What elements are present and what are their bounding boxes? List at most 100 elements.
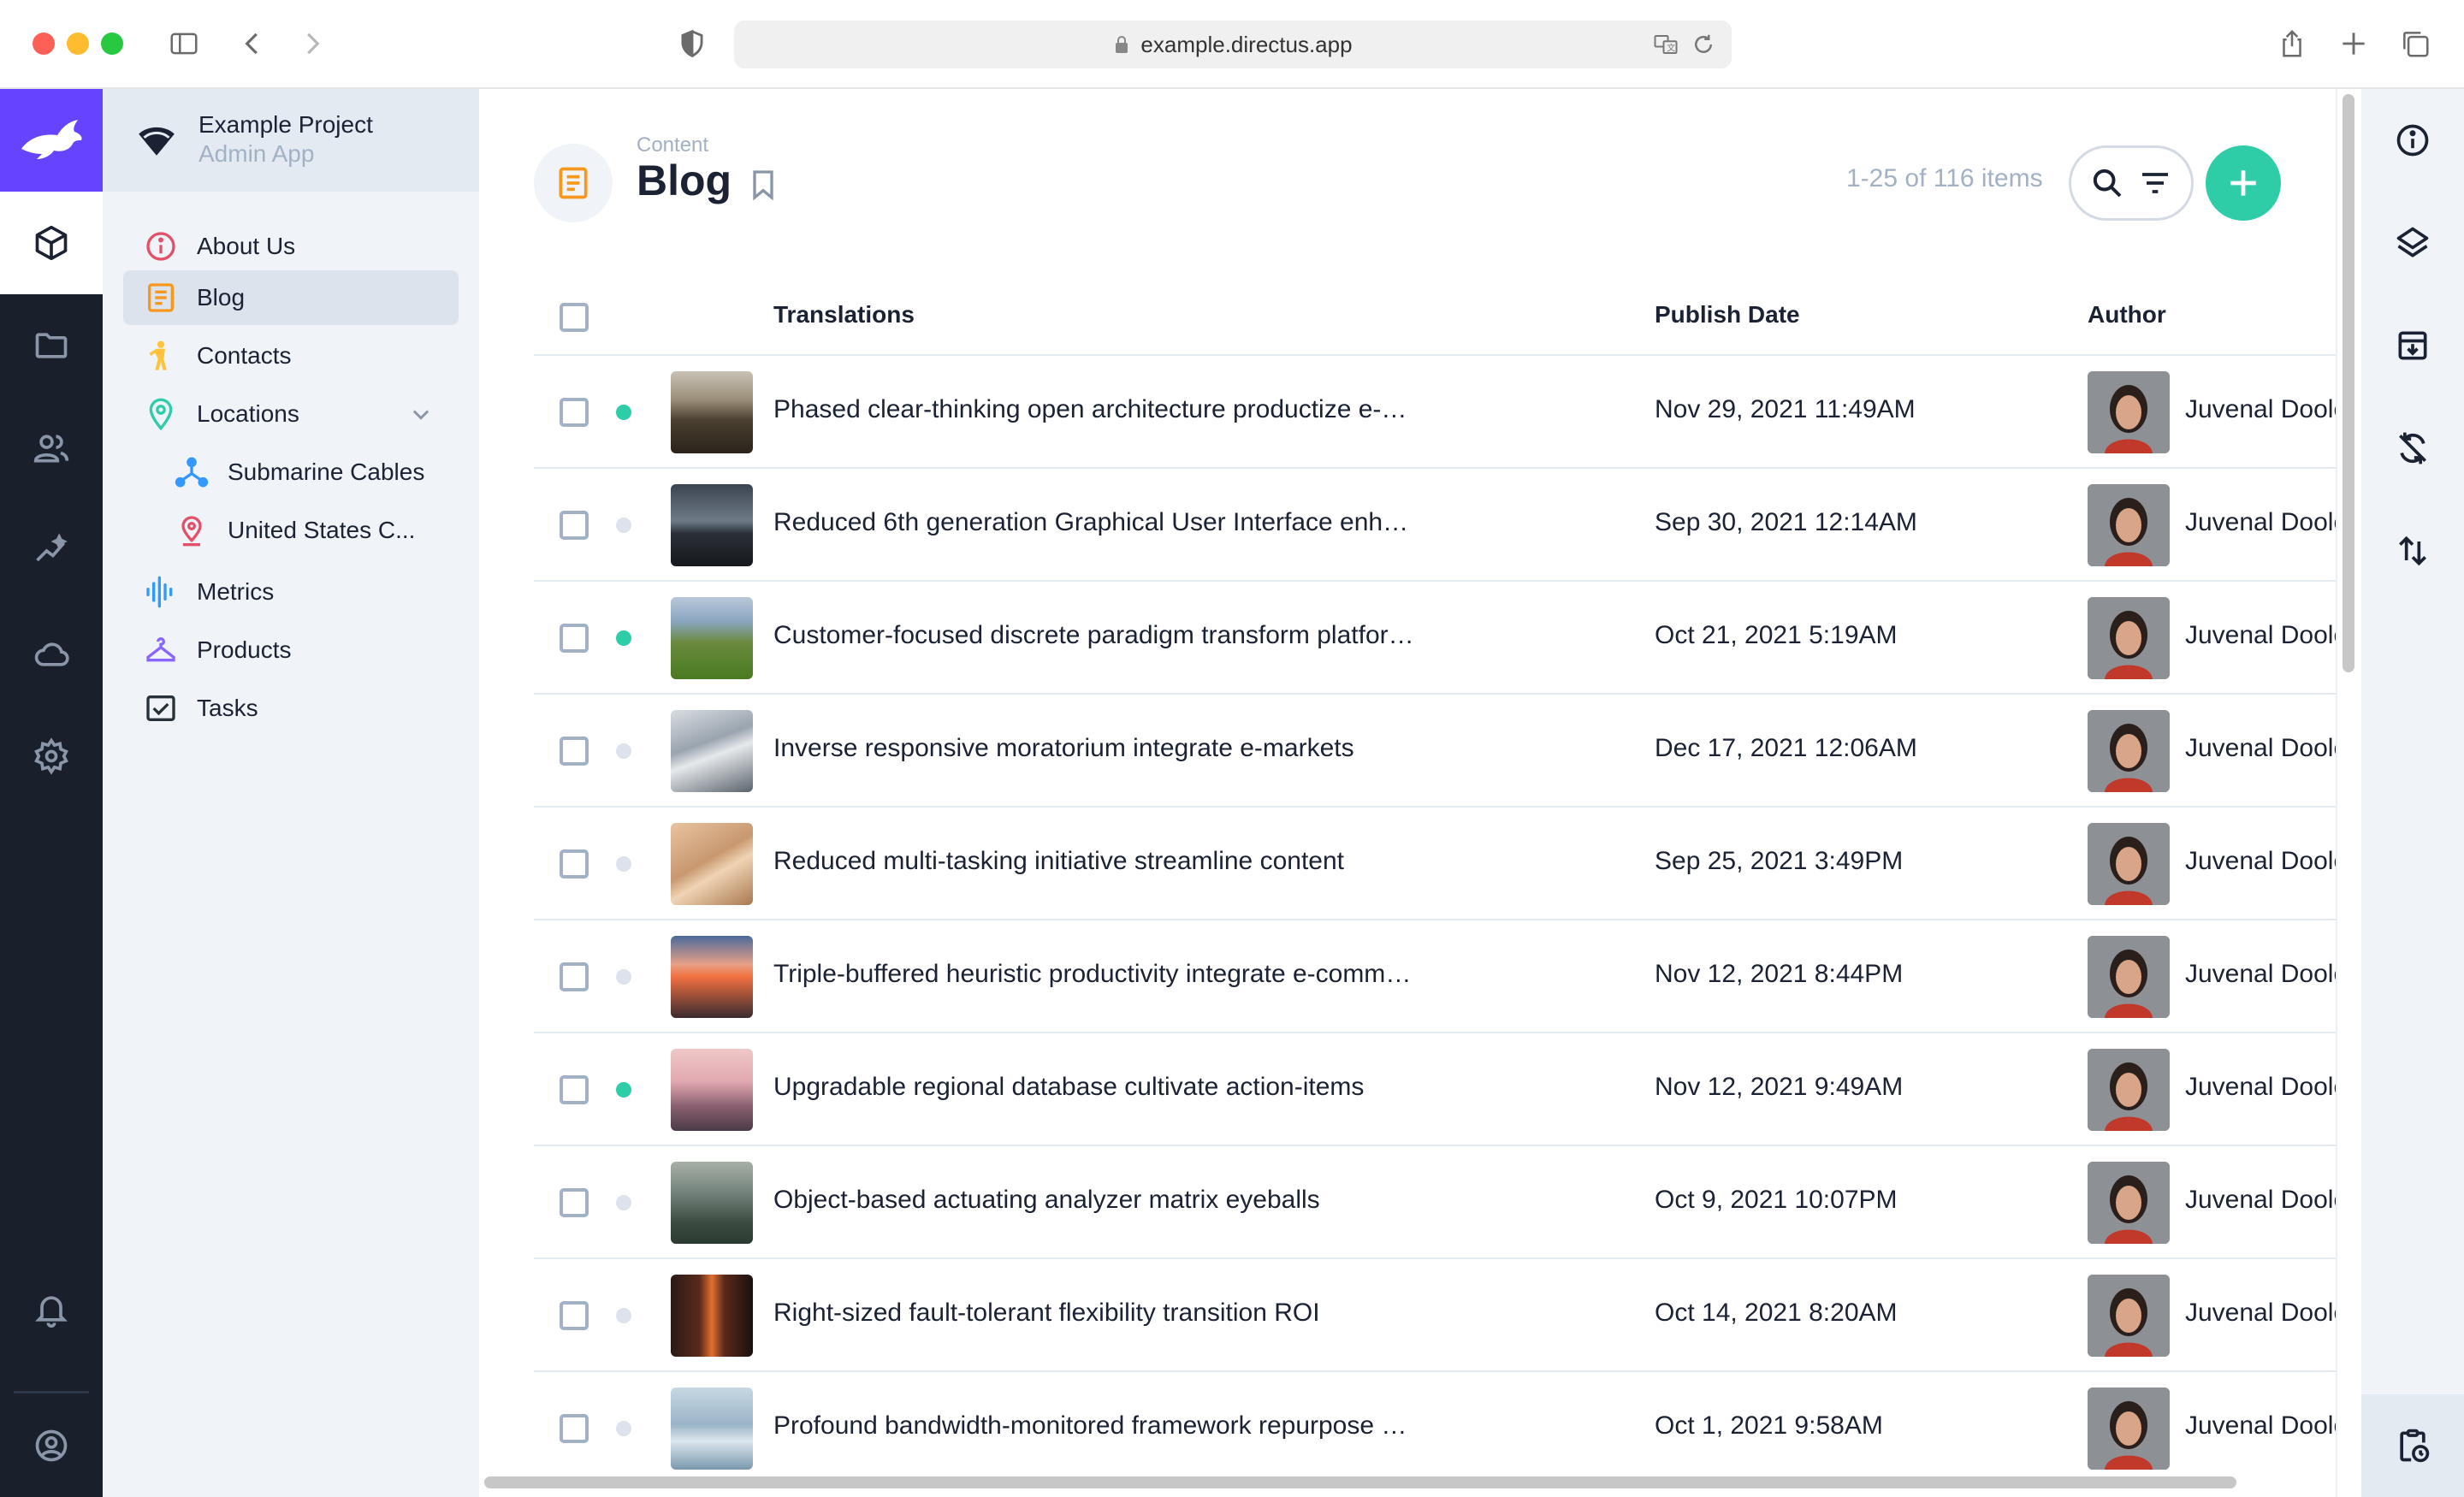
cell-author: Juvenal Dooley bbox=[2185, 960, 2361, 988]
sidebar-toggle-icon[interactable] bbox=[164, 24, 204, 63]
reload-icon[interactable] bbox=[1691, 32, 1716, 57]
table-row[interactable]: Triple-buffered heuristic productivity i… bbox=[534, 920, 2360, 1033]
nav-item-contacts[interactable]: Contacts bbox=[123, 328, 459, 383]
nav-item-label: About Us bbox=[197, 233, 296, 259]
new-tab-icon[interactable] bbox=[2334, 24, 2373, 63]
cell-date: Nov 12, 2021 8:44PM bbox=[1655, 960, 1904, 988]
table-row[interactable]: Customer-focused discrete paradigm trans… bbox=[534, 582, 2360, 695]
nav-item-submarine-cables[interactable]: Submarine Cables bbox=[123, 445, 459, 500]
select-all-checkbox[interactable] bbox=[560, 303, 589, 332]
sync-button[interactable] bbox=[2361, 397, 2464, 500]
thumbnail-image bbox=[671, 1388, 753, 1470]
nav-item-label: Blog bbox=[197, 284, 246, 311]
thumbnail-image bbox=[671, 710, 753, 792]
info-sidebar-button[interactable] bbox=[2361, 89, 2464, 192]
row-checkbox[interactable] bbox=[560, 1075, 589, 1104]
browser-toolbar: example.directus.app 文 bbox=[0, 0, 2464, 89]
nav-item-products[interactable]: Products bbox=[123, 623, 459, 677]
maximize-window-button[interactable] bbox=[101, 33, 123, 55]
vertical-scrollbar-thumb[interactable] bbox=[2343, 94, 2354, 672]
layout-options-button[interactable] bbox=[2361, 192, 2464, 294]
thumbnail-image bbox=[671, 823, 753, 905]
minimize-window-button[interactable] bbox=[67, 33, 89, 55]
row-checkbox[interactable] bbox=[560, 511, 589, 540]
import-export-button[interactable] bbox=[2361, 500, 2464, 602]
cell-author: Juvenal Dooley bbox=[2185, 395, 2361, 423]
nav-item-about-us[interactable]: About Us bbox=[123, 219, 459, 274]
author-avatar bbox=[2088, 1275, 2170, 1357]
cell-author: Juvenal Dooley bbox=[2185, 1073, 2361, 1101]
cloud-module-button[interactable] bbox=[0, 602, 103, 705]
author-avatar bbox=[2088, 484, 2170, 566]
cell-date: Sep 25, 2021 3:49PM bbox=[1655, 847, 1904, 875]
nav-item-united-states[interactable]: United States C... bbox=[123, 503, 459, 558]
flows-button[interactable] bbox=[2361, 1394, 2464, 1497]
cell-date: Oct 1, 2021 9:58AM bbox=[1655, 1411, 1883, 1440]
tab-overview-icon[interactable] bbox=[2396, 24, 2435, 63]
cell-date: Nov 29, 2021 11:49AM bbox=[1655, 395, 1916, 423]
bookmark-icon[interactable] bbox=[746, 166, 780, 204]
table-row[interactable]: Reduced multi-tasking initiative streaml… bbox=[534, 808, 2360, 920]
table-row[interactable]: Profound bandwidth-monitored framework r… bbox=[534, 1372, 2360, 1485]
row-checkbox[interactable] bbox=[560, 1188, 589, 1217]
graphic-eq-icon bbox=[142, 573, 180, 611]
cell-author: Juvenal Dooley bbox=[2185, 1299, 2361, 1327]
table-row[interactable]: Inverse responsive moratorium integrate … bbox=[534, 695, 2360, 808]
cell-author: Juvenal Dooley bbox=[2185, 621, 2361, 649]
close-window-button[interactable] bbox=[33, 33, 55, 55]
settings-module-button[interactable] bbox=[0, 705, 103, 808]
people-icon bbox=[33, 435, 69, 463]
row-checkbox[interactable] bbox=[560, 737, 589, 766]
search-icon[interactable] bbox=[2090, 166, 2124, 200]
directus-logo[interactable] bbox=[0, 89, 103, 192]
user-profile-button[interactable] bbox=[0, 1394, 103, 1497]
row-checkbox[interactable] bbox=[560, 962, 589, 991]
translate-icon[interactable]: 文 bbox=[1653, 32, 1679, 57]
back-icon[interactable] bbox=[233, 24, 272, 63]
nav-item-blog[interactable]: Blog bbox=[123, 270, 459, 325]
users-module-button[interactable] bbox=[0, 397, 103, 500]
table-row[interactable]: Phased clear-thinking open architecture … bbox=[534, 356, 2360, 469]
nav-item-label: Metrics bbox=[197, 578, 275, 605]
column-header-author[interactable]: Author bbox=[2088, 301, 2166, 328]
notifications-button[interactable] bbox=[0, 1257, 103, 1360]
status-dot bbox=[616, 405, 631, 420]
horizontal-scrollbar-thumb[interactable] bbox=[484, 1476, 2236, 1488]
forward-icon[interactable] bbox=[293, 24, 332, 63]
thumbnail-image bbox=[671, 597, 753, 679]
nav-item-label: Submarine Cables bbox=[228, 459, 425, 485]
row-checkbox[interactable] bbox=[560, 398, 589, 427]
archive-button[interactable] bbox=[2361, 294, 2464, 397]
row-checkbox[interactable] bbox=[560, 1414, 589, 1443]
cell-title: Reduced multi-tasking initiative streaml… bbox=[773, 847, 1344, 875]
share-icon[interactable] bbox=[2272, 24, 2312, 63]
table-row[interactable]: Reduced 6th generation Graphical User In… bbox=[534, 469, 2360, 582]
column-header-publish-date[interactable]: Publish Date bbox=[1655, 301, 1800, 328]
import-export-icon bbox=[2399, 535, 2426, 566]
folder-icon bbox=[35, 333, 68, 358]
table-row[interactable]: Object-based actuating analyzer matrix e… bbox=[534, 1146, 2360, 1259]
files-module-button[interactable] bbox=[0, 294, 103, 397]
insights-module-button[interactable] bbox=[0, 500, 103, 602]
privacy-shield-icon[interactable] bbox=[672, 24, 712, 63]
project-info[interactable]: Example Project Admin App bbox=[103, 89, 479, 192]
cell-title: Object-based actuating analyzer matrix e… bbox=[773, 1186, 1320, 1214]
nav-item-locations[interactable]: Locations bbox=[123, 387, 459, 441]
table-row[interactable]: Upgradable regional database cultivate a… bbox=[534, 1033, 2360, 1146]
content-module-button[interactable] bbox=[0, 192, 103, 294]
thumbnail-image bbox=[671, 1049, 753, 1131]
nav-item-tasks[interactable]: Tasks bbox=[123, 681, 459, 736]
row-checkbox[interactable] bbox=[560, 624, 589, 653]
nav-item-metrics[interactable]: Metrics bbox=[123, 565, 459, 619]
thumbnail-image bbox=[671, 1275, 753, 1357]
address-bar[interactable]: example.directus.app 文 bbox=[734, 21, 1732, 68]
filter-icon[interactable] bbox=[2138, 166, 2172, 200]
row-checkbox[interactable] bbox=[560, 1301, 589, 1330]
table-row[interactable]: Right-sized fault-tolerant flexibility t… bbox=[534, 1259, 2360, 1372]
breadcrumb[interactable]: Content bbox=[637, 133, 708, 157]
chevron-down-icon[interactable] bbox=[409, 402, 433, 426]
row-checkbox[interactable] bbox=[560, 849, 589, 879]
create-item-button[interactable] bbox=[2206, 145, 2281, 221]
column-header-translations[interactable]: Translations bbox=[773, 301, 915, 328]
wifi-icon bbox=[139, 127, 175, 156]
